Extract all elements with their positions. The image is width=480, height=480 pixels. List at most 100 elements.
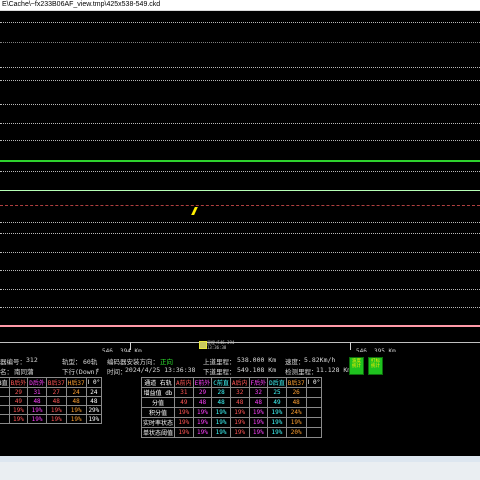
table-cell: 19% bbox=[211, 407, 231, 418]
table-cell: 19% bbox=[267, 427, 287, 438]
table-cell: 19% bbox=[192, 427, 213, 438]
position-marker-label: 里程:546.394 13:36:38 bbox=[207, 340, 235, 350]
track-line bbox=[0, 233, 480, 234]
table-row: 49 48 48 48 48 bbox=[0, 396, 103, 406]
table-header-cell: E前外 bbox=[192, 377, 213, 388]
status-strip bbox=[0, 456, 480, 462]
table-cell: 48 bbox=[211, 397, 231, 408]
track-line bbox=[0, 222, 480, 223]
track-line bbox=[0, 307, 480, 308]
table-cell: 19% bbox=[267, 407, 287, 418]
info-row-1: 器编号： 312 轨型： 60轨 编码器安装方向： 正向 上道里程： 538.0… bbox=[0, 356, 480, 366]
device-number-label: 器编号： bbox=[0, 358, 26, 366]
rail-type-label: 轨型： bbox=[62, 358, 82, 366]
left-rail-table: B直 B后外 D后外 B后37 H后37 Ⅰ 0° 29 31 27 24 24… bbox=[0, 377, 103, 424]
table-header-cell: C前直 bbox=[211, 377, 231, 388]
table-cell: 26 bbox=[285, 387, 307, 398]
rail-type-value: 60轨 bbox=[83, 358, 98, 366]
taskbar-area bbox=[0, 456, 480, 480]
table-cell: 29 bbox=[192, 387, 213, 398]
table-cell bbox=[0, 396, 10, 406]
table-cell: 31 bbox=[27, 387, 47, 397]
table-header-cell: A前内 bbox=[174, 377, 194, 388]
detected-mileage-value: 11.128 Km bbox=[316, 366, 352, 374]
waveform-canvas[interactable] bbox=[0, 11, 480, 340]
table-cell: 24% bbox=[285, 407, 307, 418]
track-line bbox=[0, 171, 480, 172]
table-row: 19% 19% 19% 19% 19% bbox=[0, 414, 103, 424]
table-cell: 48 bbox=[45, 396, 67, 406]
track-line bbox=[0, 252, 480, 253]
device-number-value: 312 bbox=[26, 356, 38, 364]
table-cell: 19% bbox=[248, 407, 269, 418]
right-rail-table: 通道 右轨 A前内 E前外 C前直 A后内 F后外 D后直 B后37 Ⅰ 0° … bbox=[140, 377, 323, 438]
end-mileage-value: 549.108 Km bbox=[237, 366, 277, 374]
table-header-cell: F后外 bbox=[248, 377, 269, 388]
table-cell: 49 bbox=[8, 396, 29, 406]
start-mileage-value: 538.000 Km bbox=[237, 356, 277, 364]
track-line bbox=[0, 80, 480, 81]
table-cell bbox=[305, 387, 323, 398]
window-title-bar: E\Cache\~fx233B06AF_view.tmp\425x538-549… bbox=[0, 0, 480, 11]
speed-value: 5.82Km/h bbox=[304, 356, 336, 364]
table-cell: 19% bbox=[45, 405, 67, 415]
encoder-direction-value: 正向 bbox=[160, 358, 173, 366]
table-cell: 19% bbox=[192, 417, 213, 428]
info-panel: 器编号： 312 轨型： 60轨 编码器安装方向： 正向 上道里程： 538.0… bbox=[0, 352, 480, 456]
table-cell: 19% bbox=[65, 405, 87, 415]
encoder-direction-label: 编码器安装方向： bbox=[107, 358, 159, 366]
table-row-label: 增益值 db bbox=[140, 387, 176, 398]
rail-line-lightgreen bbox=[0, 190, 480, 191]
rail-line-pink bbox=[0, 325, 480, 327]
table-cell: 19% bbox=[8, 405, 29, 415]
table-cell: 48 bbox=[192, 397, 213, 408]
defect-marker-icon[interactable] bbox=[191, 207, 198, 215]
table-cell: 24 bbox=[65, 387, 87, 397]
table-header-cell: B后37 bbox=[45, 377, 67, 388]
table-cell: 20% bbox=[285, 427, 307, 438]
table-cell: 32 bbox=[229, 387, 250, 398]
table-cell: 19% bbox=[45, 414, 67, 424]
table-header-row: B直 B后外 D后外 B后37 H后37 Ⅰ 0° bbox=[0, 377, 103, 388]
track-line bbox=[0, 140, 480, 141]
table-cell: 32 bbox=[248, 387, 269, 398]
table-cell bbox=[305, 397, 323, 408]
table-row-label: 积分值 bbox=[140, 407, 176, 418]
track-line bbox=[0, 123, 480, 124]
table-header-cell: B后37 bbox=[285, 377, 307, 388]
table-row: 单状态阈值 19% 19% 19% 19% 19% 19% 20% bbox=[140, 427, 323, 438]
table-cell: 49 bbox=[174, 397, 194, 408]
table-cell: 19% bbox=[267, 417, 287, 428]
table-row: 19% 19% 19% 19% 29% bbox=[0, 405, 103, 415]
start-mileage-label: 上道里程： bbox=[203, 358, 236, 366]
time-value: 2024/4/25 13:36:38 bbox=[125, 366, 196, 374]
table-header-cell: B直 bbox=[0, 377, 10, 388]
table-cell: 19% bbox=[8, 414, 29, 424]
table-row: 分值 49 48 48 48 48 49 48 bbox=[140, 397, 323, 408]
line-name-label: 名： bbox=[0, 368, 13, 376]
wave-stats-button[interactable]: 波度统计 bbox=[349, 357, 364, 375]
table-cell: 48 bbox=[229, 397, 250, 408]
table-cell: 48 bbox=[65, 396, 87, 406]
table-header-cell: B后外 bbox=[8, 377, 29, 388]
detected-mileage-label: 检测里程： bbox=[285, 368, 318, 376]
table-cell: 19% bbox=[248, 427, 269, 438]
track-line bbox=[0, 22, 480, 23]
time-label: 时间： bbox=[107, 368, 127, 376]
speed-label: 速度： bbox=[285, 358, 305, 366]
table-cell: 19% bbox=[27, 405, 47, 415]
ruler-tick bbox=[350, 342, 351, 350]
direction-arrow: ↑ bbox=[96, 366, 100, 374]
table-cell: 48 bbox=[248, 397, 269, 408]
table-row: 29 31 27 24 24 bbox=[0, 387, 103, 397]
end-mileage-label: 下道里程： bbox=[203, 368, 236, 376]
table-cell: 48 bbox=[285, 397, 307, 408]
table-row: 积分值 19% 19% 19% 19% 19% 19% 24% bbox=[140, 407, 323, 418]
table-cell: 19% bbox=[229, 417, 250, 428]
position-marker-icon[interactable] bbox=[199, 341, 207, 349]
mark-stats-button[interactable]: 打标统计 bbox=[368, 357, 383, 375]
table-cell: 29 bbox=[8, 387, 29, 397]
table-cell: 19% bbox=[174, 407, 194, 418]
table-cell: 24 bbox=[85, 387, 103, 397]
table-cell: 19% bbox=[174, 417, 194, 428]
